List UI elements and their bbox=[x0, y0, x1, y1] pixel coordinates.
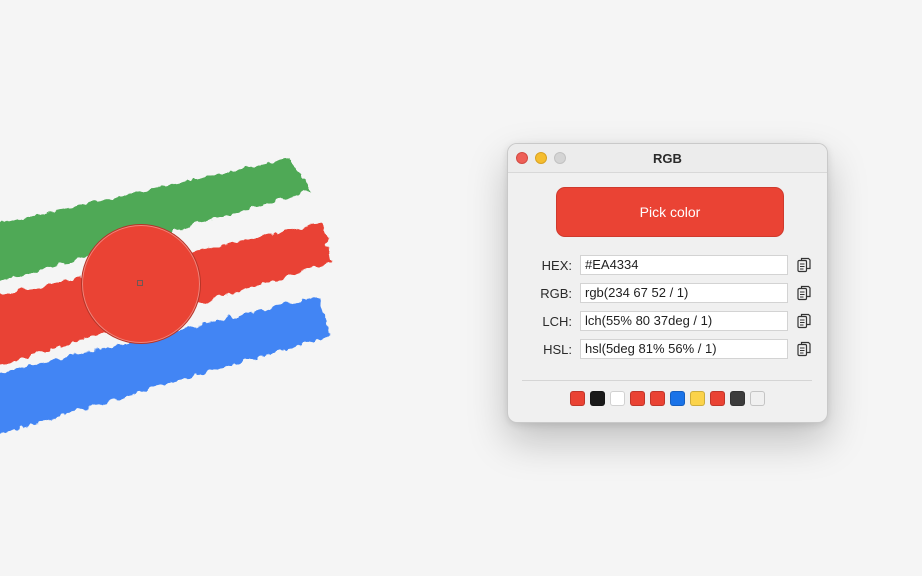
hsl-label: HSL: bbox=[543, 342, 572, 357]
pick-color-button[interactable]: Pick color bbox=[556, 187, 784, 237]
color-swatch[interactable] bbox=[710, 391, 725, 406]
hex-row: HEX: #EA4334 bbox=[508, 255, 827, 277]
copy-icon[interactable] bbox=[797, 341, 811, 357]
painted-strokes bbox=[0, 158, 332, 435]
copy-icon[interactable] bbox=[797, 285, 811, 301]
rgb-row: RGB: rgb(234 67 52 / 1) bbox=[508, 283, 827, 305]
color-history-swatches bbox=[570, 391, 765, 406]
color-swatch[interactable] bbox=[630, 391, 645, 406]
color-swatch[interactable] bbox=[750, 391, 765, 406]
color-magnifier-loupe bbox=[81, 224, 201, 344]
hsl-value-field[interactable]: hsl(5deg 81% 56% / 1) bbox=[580, 339, 788, 359]
divider bbox=[522, 380, 812, 381]
hex-value-field[interactable]: #EA4334 bbox=[580, 255, 788, 275]
crosshair-icon bbox=[137, 280, 143, 286]
copy-icon[interactable] bbox=[797, 257, 811, 273]
color-picker-window: RGB Pick color HEX: #EA4334 RGB: rgb(234… bbox=[507, 143, 828, 423]
color-swatch[interactable] bbox=[570, 391, 585, 406]
copy-icon[interactable] bbox=[797, 313, 811, 329]
lch-label: LCH: bbox=[542, 314, 572, 329]
color-swatch[interactable] bbox=[670, 391, 685, 406]
desktop-stage: RGB Pick color HEX: #EA4334 RGB: rgb(234… bbox=[0, 0, 922, 576]
hsl-row: HSL: hsl(5deg 81% 56% / 1) bbox=[508, 339, 827, 361]
color-swatch[interactable] bbox=[610, 391, 625, 406]
lch-value-field[interactable]: lch(55% 80 37deg / 1) bbox=[580, 311, 788, 331]
window-title: RGB bbox=[653, 151, 682, 166]
color-swatch[interactable] bbox=[730, 391, 745, 406]
color-swatch[interactable] bbox=[650, 391, 665, 406]
hex-label: HEX: bbox=[541, 258, 572, 273]
color-swatch[interactable] bbox=[590, 391, 605, 406]
rgb-value-field[interactable]: rgb(234 67 52 / 1) bbox=[580, 283, 788, 303]
color-swatch[interactable] bbox=[690, 391, 705, 406]
lch-row: LCH: lch(55% 80 37deg / 1) bbox=[508, 311, 827, 333]
window-titlebar[interactable]: RGB bbox=[508, 144, 827, 173]
rgb-label: RGB: bbox=[540, 286, 572, 301]
